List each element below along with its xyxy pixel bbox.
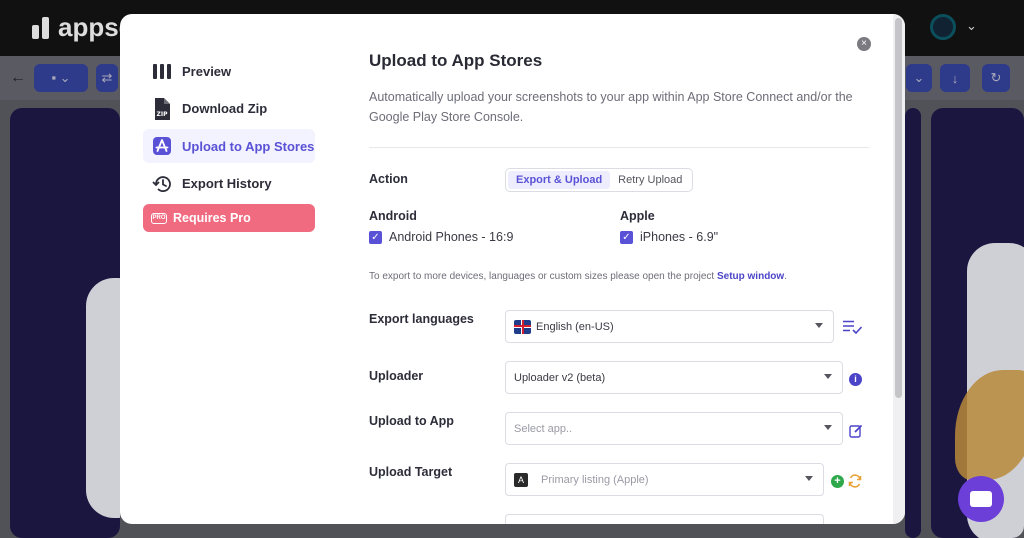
setup-note-text: To export to more devices, languages or … [369, 271, 717, 282]
upload-to-app-label: Upload to App [369, 414, 454, 428]
back-arrow-icon[interactable]: ← [10, 64, 26, 92]
app-logo[interactable]: appsc [32, 12, 133, 43]
uploader-select[interactable]: Uploader v2 (beta) [505, 361, 843, 394]
save-menu-button[interactable]: ▪ ⌄ [34, 64, 88, 92]
caret-down-icon [824, 374, 832, 379]
refresh-icon[interactable]: ↻ [982, 64, 1010, 92]
upload-target-placeholder: Primary listing (Apple) [541, 473, 649, 486]
checkbox-checked-icon[interactable]: ✓ [369, 230, 382, 244]
download-icon[interactable]: ↓ [940, 64, 970, 92]
sidebar-item-export-history[interactable]: Export History [143, 167, 315, 201]
checkbox-checked-icon[interactable]: ✓ [620, 230, 633, 244]
avatar[interactable] [930, 14, 956, 40]
chat-icon [970, 491, 992, 507]
swap-icon[interactable]: ⇄ [96, 64, 118, 92]
app-store-icon [151, 135, 173, 157]
action-segmented-control: Export & Upload Retry Upload [505, 168, 694, 192]
sidebar-item-label: Preview [182, 63, 232, 79]
upload-target-label: Upload Target [369, 465, 453, 479]
requires-pro-badge[interactable]: PRO Requires Pro [143, 204, 315, 232]
setup-note: To export to more devices, languages or … [369, 271, 787, 282]
svg-text:ZIP: ZIP [157, 111, 169, 118]
export-languages-label: Export languages [369, 312, 474, 326]
screenshot-panel[interactable] [10, 108, 120, 538]
uk-flag-icon [514, 319, 531, 334]
divider [369, 147, 869, 148]
uploader-value: Uploader v2 (beta) [514, 371, 606, 384]
edit-icon[interactable] [848, 423, 864, 439]
apple-device-checkbox[interactable]: ✓ iPhones - 6.9" [620, 230, 718, 244]
toolbar-dropdown-button[interactable]: ⌄ [906, 64, 932, 92]
history-icon [151, 173, 173, 195]
sidebar-item-label: Upload to App Stores [182, 138, 315, 154]
select-app-dropdown[interactable]: Select app.. [505, 412, 843, 445]
refresh-targets-icon[interactable] [847, 473, 863, 489]
caret-down-icon [815, 323, 823, 328]
action-label: Action [369, 172, 408, 186]
pro-icon: PRO [151, 212, 167, 224]
upload-modal: Preview ZIP Download Zip Upload to App S… [120, 14, 905, 524]
sidebar-item-upload-to-app-stores[interactable]: Upload to App Stores [143, 129, 315, 163]
add-target-icon[interactable]: + [831, 475, 844, 488]
caret-down-icon [805, 476, 813, 481]
modal-scrollbar-thumb[interactable] [895, 18, 902, 398]
logo-mark-icon [32, 16, 50, 39]
modal-sidebar: Preview ZIP Download Zip Upload to App S… [143, 54, 315, 232]
android-device-label: Android Phones - 16:9 [389, 230, 514, 244]
sidebar-item-download-zip[interactable]: ZIP Download Zip [143, 92, 315, 126]
list-check-icon[interactable] [842, 319, 862, 335]
retry-upload-option[interactable]: Retry Upload [610, 171, 690, 189]
android-heading: Android [369, 209, 417, 223]
zip-file-icon: ZIP [151, 97, 173, 120]
requires-pro-label: Requires Pro [173, 211, 251, 225]
setup-note-suffix: . [784, 271, 787, 282]
export-languages-select[interactable]: English (en-US) [505, 310, 834, 343]
modal-description: Automatically upload your screenshots to… [369, 90, 853, 124]
android-device-checkbox[interactable]: ✓ Android Phones - 16:9 [369, 230, 513, 244]
select-app-placeholder: Select app.. [514, 422, 573, 435]
close-icon[interactable]: × [857, 37, 871, 51]
page-title: Upload to App Stores [369, 51, 543, 70]
screenshot-panel[interactable] [905, 108, 921, 538]
sidebar-item-preview[interactable]: Preview [143, 54, 315, 88]
info-icon[interactable]: i [849, 373, 862, 386]
app-store-badge-icon: A [514, 472, 528, 487]
phone-mockup [86, 278, 120, 518]
additional-field-select[interactable] [505, 514, 824, 524]
columns-icon [151, 60, 173, 82]
apple-heading: Apple [620, 209, 655, 223]
sidebar-item-label: Download Zip [182, 101, 268, 116]
export-languages-value: English (en-US) [536, 320, 614, 333]
chat-bubble-button[interactable] [958, 476, 1004, 522]
setup-window-link[interactable]: Setup window [717, 271, 784, 282]
upload-target-select[interactable]: A Primary listing (Apple) [505, 463, 824, 496]
caret-down-icon [824, 425, 832, 430]
uploader-label: Uploader [369, 369, 424, 383]
apple-device-label: iPhones - 6.9" [640, 230, 719, 244]
sidebar-item-label: Export History [182, 176, 272, 191]
export-upload-option[interactable]: Export & Upload [508, 171, 611, 189]
chevron-down-icon[interactable]: ⌄ [966, 18, 977, 34]
